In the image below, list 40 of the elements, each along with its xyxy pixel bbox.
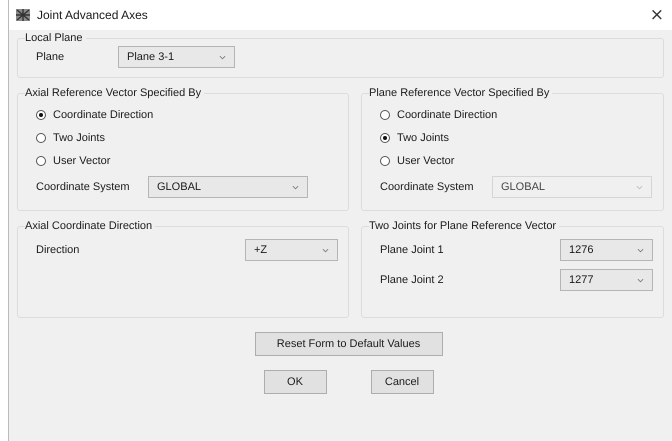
dropdown[interactable]: GLOBAL (148, 176, 308, 198)
ok-button[interactable]: OK (264, 370, 326, 394)
caret-icon (637, 248, 644, 252)
radio-button[interactable] (36, 156, 46, 166)
caret-icon (637, 278, 644, 282)
field-label: Plane Joint 1 (379, 244, 445, 256)
group-title: Plane Reference Vector Specified By (369, 87, 550, 99)
field-label: Direction (35, 244, 80, 256)
dropdown[interactable]: 1277 (560, 269, 653, 291)
radio-label[interactable]: User Vector (53, 154, 110, 166)
group-title: Axial Reference Vector Specified By (25, 87, 202, 99)
window-title: Joint Advanced Axes (37, 8, 148, 22)
caret-icon (292, 184, 299, 190)
caret-icon (636, 184, 643, 190)
dropdown[interactable]: Plane 3-1 (118, 46, 235, 68)
group-title: Two Joints for Plane Reference Vector (369, 220, 558, 232)
field-label: Plane (35, 51, 66, 63)
radio-label[interactable]: Coordinate Direction (53, 108, 154, 120)
cancel-button[interactable]: Cancel (370, 370, 434, 394)
radio-button[interactable] (380, 132, 390, 142)
dropdown[interactable]: 1276 (560, 239, 653, 261)
radio-label[interactable]: User Vector (397, 154, 454, 166)
radio-button[interactable] (380, 110, 390, 120)
field-label: Plane Joint 2 (379, 274, 445, 286)
close-button[interactable]: × (642, 5, 672, 25)
radio-label[interactable]: Two Joints (53, 132, 105, 144)
dropdown[interactable]: +Z (245, 239, 338, 261)
group-title: Local Plane (25, 32, 84, 44)
app-icon (15, 7, 31, 23)
radio-button[interactable] (36, 110, 46, 120)
group-title: Axial Coordinate Direction (25, 220, 154, 232)
field-label: Coordinate System (36, 181, 131, 193)
caret-icon (322, 248, 329, 252)
reset-button[interactable]: Reset Form to Default Values (254, 332, 442, 356)
field-label: Coordinate System (380, 181, 475, 193)
radio-button[interactable] (380, 156, 390, 166)
radio-label[interactable]: Two Joints (397, 132, 449, 144)
radio-button[interactable] (36, 132, 46, 142)
radio-label[interactable]: Coordinate Direction (397, 108, 498, 120)
caret-icon (219, 54, 226, 60)
